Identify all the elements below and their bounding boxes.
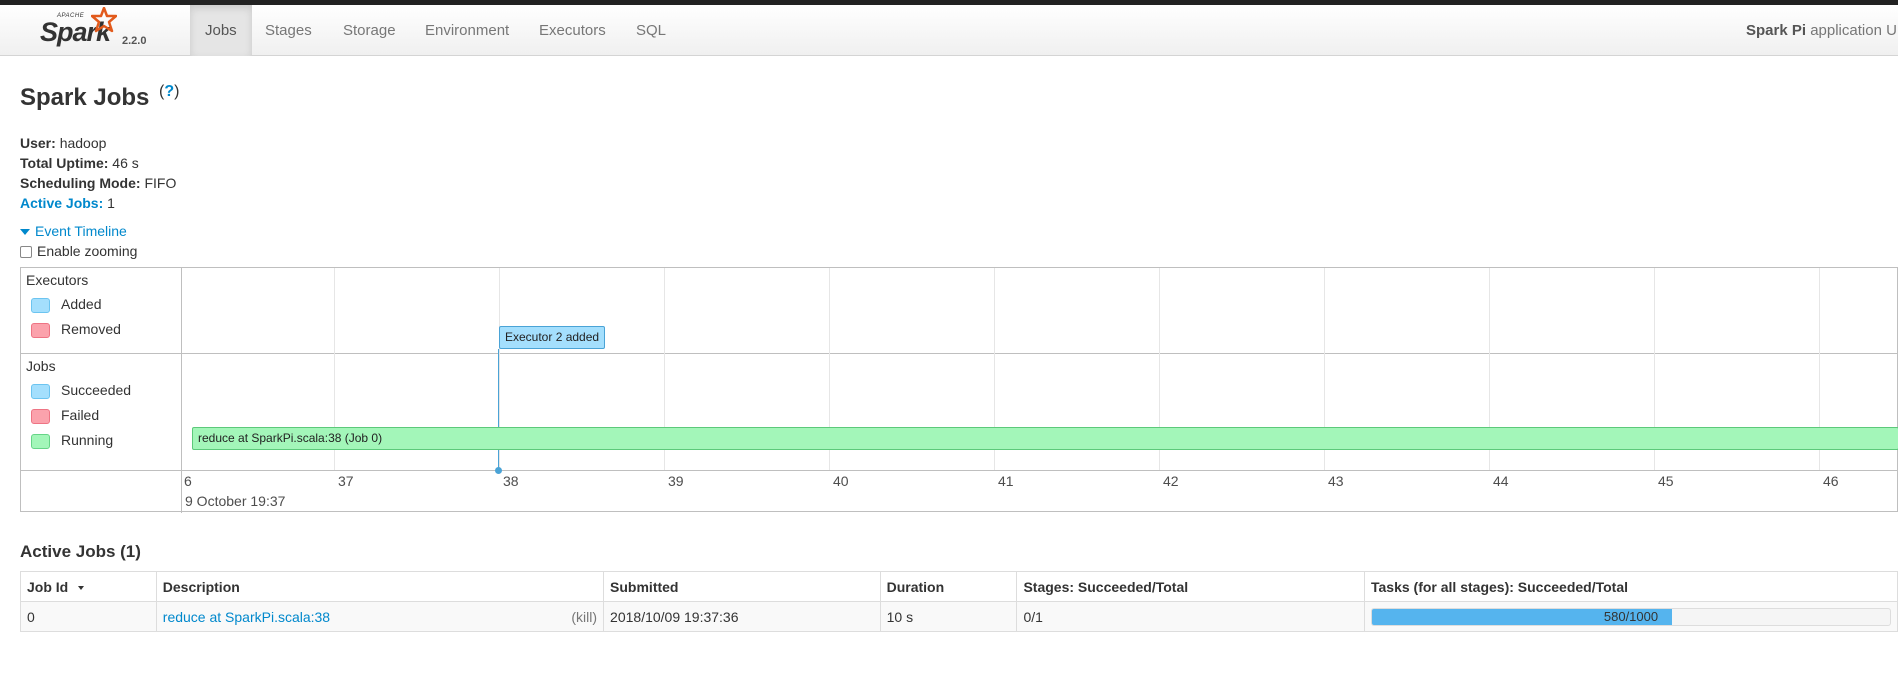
axis-tick-label: 39	[668, 473, 684, 489]
app-name-suffix: application UI	[1806, 22, 1898, 39]
active-jobs-value: 1	[107, 195, 115, 211]
legend-failed-label: Failed	[61, 407, 100, 423]
failed-swatch	[31, 408, 50, 424]
legend-failed: Failed	[31, 407, 99, 424]
user-value: hadoop	[59, 135, 107, 151]
spark-logo[interactable]: APACHE Spark 2.2.0	[40, 7, 160, 55]
help-close-paren: )	[174, 83, 180, 100]
executor-added-event[interactable]: Executor 2 added	[499, 326, 605, 349]
sort-desc-icon	[78, 585, 85, 590]
tasks-progress-label: 580/1000	[1603, 608, 1659, 624]
running-swatch	[31, 433, 50, 449]
tab-jobs[interactable]: Jobs	[190, 5, 252, 56]
axis-tick-label: 42	[1163, 473, 1179, 489]
axis-tick-label: 38	[503, 473, 519, 489]
description-cell: reduce at SparkPi.scala:38 (kill)	[155, 601, 605, 632]
tab-stages[interactable]: Stages	[250, 5, 327, 56]
removed-swatch	[31, 322, 50, 338]
column-submitted[interactable]: Submitted	[603, 571, 881, 602]
table-row: 0 reduce at SparkPi.scala:38 (kill) 2018/…	[20, 601, 1898, 632]
job-description-link[interactable]: reduce at SparkPi.scala:38	[163, 609, 330, 625]
legend-succeeded-label: Succeeded	[61, 382, 132, 398]
legend-running-label: Running	[61, 432, 114, 448]
duration-cell: 10 s	[879, 601, 1018, 632]
axis-tick-label: 44	[1493, 473, 1509, 489]
active-jobs-link[interactable]: Active Jobs:	[20, 195, 103, 211]
axis-tick-label: 6	[184, 473, 192, 489]
axis-separator	[21, 470, 1898, 471]
uptime-value: 46 s	[112, 155, 139, 171]
uptime-label: Total Uptime:	[20, 155, 109, 171]
tasks-progress-text: 580/1000	[1372, 609, 1890, 625]
scheduling-mode-value: FIFO	[144, 175, 177, 191]
help-link[interactable]: ?	[164, 83, 174, 100]
kill-link[interactable]: (kill)	[571, 609, 597, 625]
jobs-legend-title: Jobs	[26, 358, 56, 374]
summary-user: User: hadoop	[20, 133, 176, 153]
summary-scheduling-mode: Scheduling Mode: FIFO	[20, 173, 176, 193]
column-job-id-label: Job Id	[27, 578, 69, 595]
app-name-bold: Spark Pi	[1746, 22, 1807, 39]
stages-cell: 0/1	[1016, 601, 1365, 632]
axis-tick-label: 40	[833, 473, 849, 489]
legend-added-label: Added	[61, 296, 102, 312]
legend-added: Added	[31, 296, 101, 313]
tasks-progress-bar: 580/1000	[1371, 607, 1891, 626]
user-label: User:	[20, 135, 56, 151]
axis-tick-label: 41	[998, 473, 1014, 489]
tab-storage[interactable]: Storage	[328, 5, 411, 56]
tab-environment[interactable]: Environment	[410, 5, 524, 56]
legend-removed: Removed	[31, 321, 121, 338]
timeline-legend: Executors Added Removed Jobs Succeeded F…	[21, 268, 182, 513]
executors-legend-title: Executors	[26, 272, 89, 288]
column-job-id[interactable]: Job Id	[20, 571, 157, 602]
spark-star-icon	[91, 7, 117, 33]
axis-tick-label: 37	[338, 473, 354, 489]
column-duration[interactable]: Duration	[879, 571, 1018, 602]
summary-active-jobs: Active Jobs: 1	[20, 193, 176, 213]
added-swatch	[31, 297, 50, 313]
active-jobs-title[interactable]: Active Jobs (1)	[20, 542, 141, 562]
running-job-bar[interactable]: reduce at SparkPi.scala:38 (Job 0)	[192, 427, 1898, 450]
table-header-row: Job Id Description Submitted Duration St…	[20, 571, 1898, 602]
job-summary: User: hadoop Total Uptime: 46 s Scheduli…	[20, 133, 176, 213]
executor-event-line	[498, 349, 499, 471]
succeeded-swatch	[31, 383, 50, 399]
axis-tick-label: 46	[1823, 473, 1839, 489]
axis-date-label: 9 October 19:37	[185, 493, 286, 509]
tab-executors[interactable]: Executors	[524, 5, 621, 56]
scheduling-mode-label: Scheduling Mode:	[20, 175, 141, 191]
column-tasks[interactable]: Tasks (for all stages): Succeeded/Total	[1364, 571, 1898, 602]
spark-version: 2.2.0	[122, 35, 147, 47]
event-timeline: Executors Added Removed Jobs Succeeded F…	[20, 267, 1898, 513]
tab-sql[interactable]: SQL	[621, 5, 681, 56]
legend-running: Running	[31, 432, 113, 449]
zoom-checkbox[interactable]	[20, 246, 32, 258]
axis-tick-label: 45	[1658, 473, 1674, 489]
executor-event-dot	[495, 467, 502, 474]
axis-tick-label: 43	[1328, 473, 1344, 489]
navbar: APACHE Spark 2.2.0 Jobs Stages Storage E…	[0, 5, 1898, 56]
enable-zooming[interactable]: Enable zooming	[20, 243, 137, 259]
event-timeline-toggle[interactable]: Event Timeline	[20, 223, 127, 239]
active-jobs-table: Job Id Description Submitted Duration St…	[20, 571, 1898, 632]
submitted-cell: 2018/10/09 19:37:36	[603, 601, 881, 632]
help-tooltip: (?)	[159, 83, 179, 101]
caret-down-icon	[20, 229, 30, 236]
executors-jobs-separator	[21, 353, 1898, 354]
zoom-label: Enable zooming	[37, 243, 138, 259]
column-stages[interactable]: Stages: Succeeded/Total	[1016, 571, 1365, 602]
legend-removed-label: Removed	[61, 321, 121, 337]
active-jobs-label: Active Jobs:	[20, 195, 104, 211]
summary-uptime: Total Uptime: 46 s	[20, 153, 176, 173]
legend-succeeded: Succeeded	[31, 382, 131, 399]
column-description[interactable]: Description	[155, 571, 605, 602]
event-timeline-label: Event Timeline	[35, 223, 127, 239]
job-id-cell: 0	[20, 601, 157, 632]
tasks-cell: 580/1000	[1364, 601, 1898, 632]
application-name: Spark Pi application UI	[1746, 5, 1898, 56]
page-title: Spark Jobs	[20, 84, 150, 111]
